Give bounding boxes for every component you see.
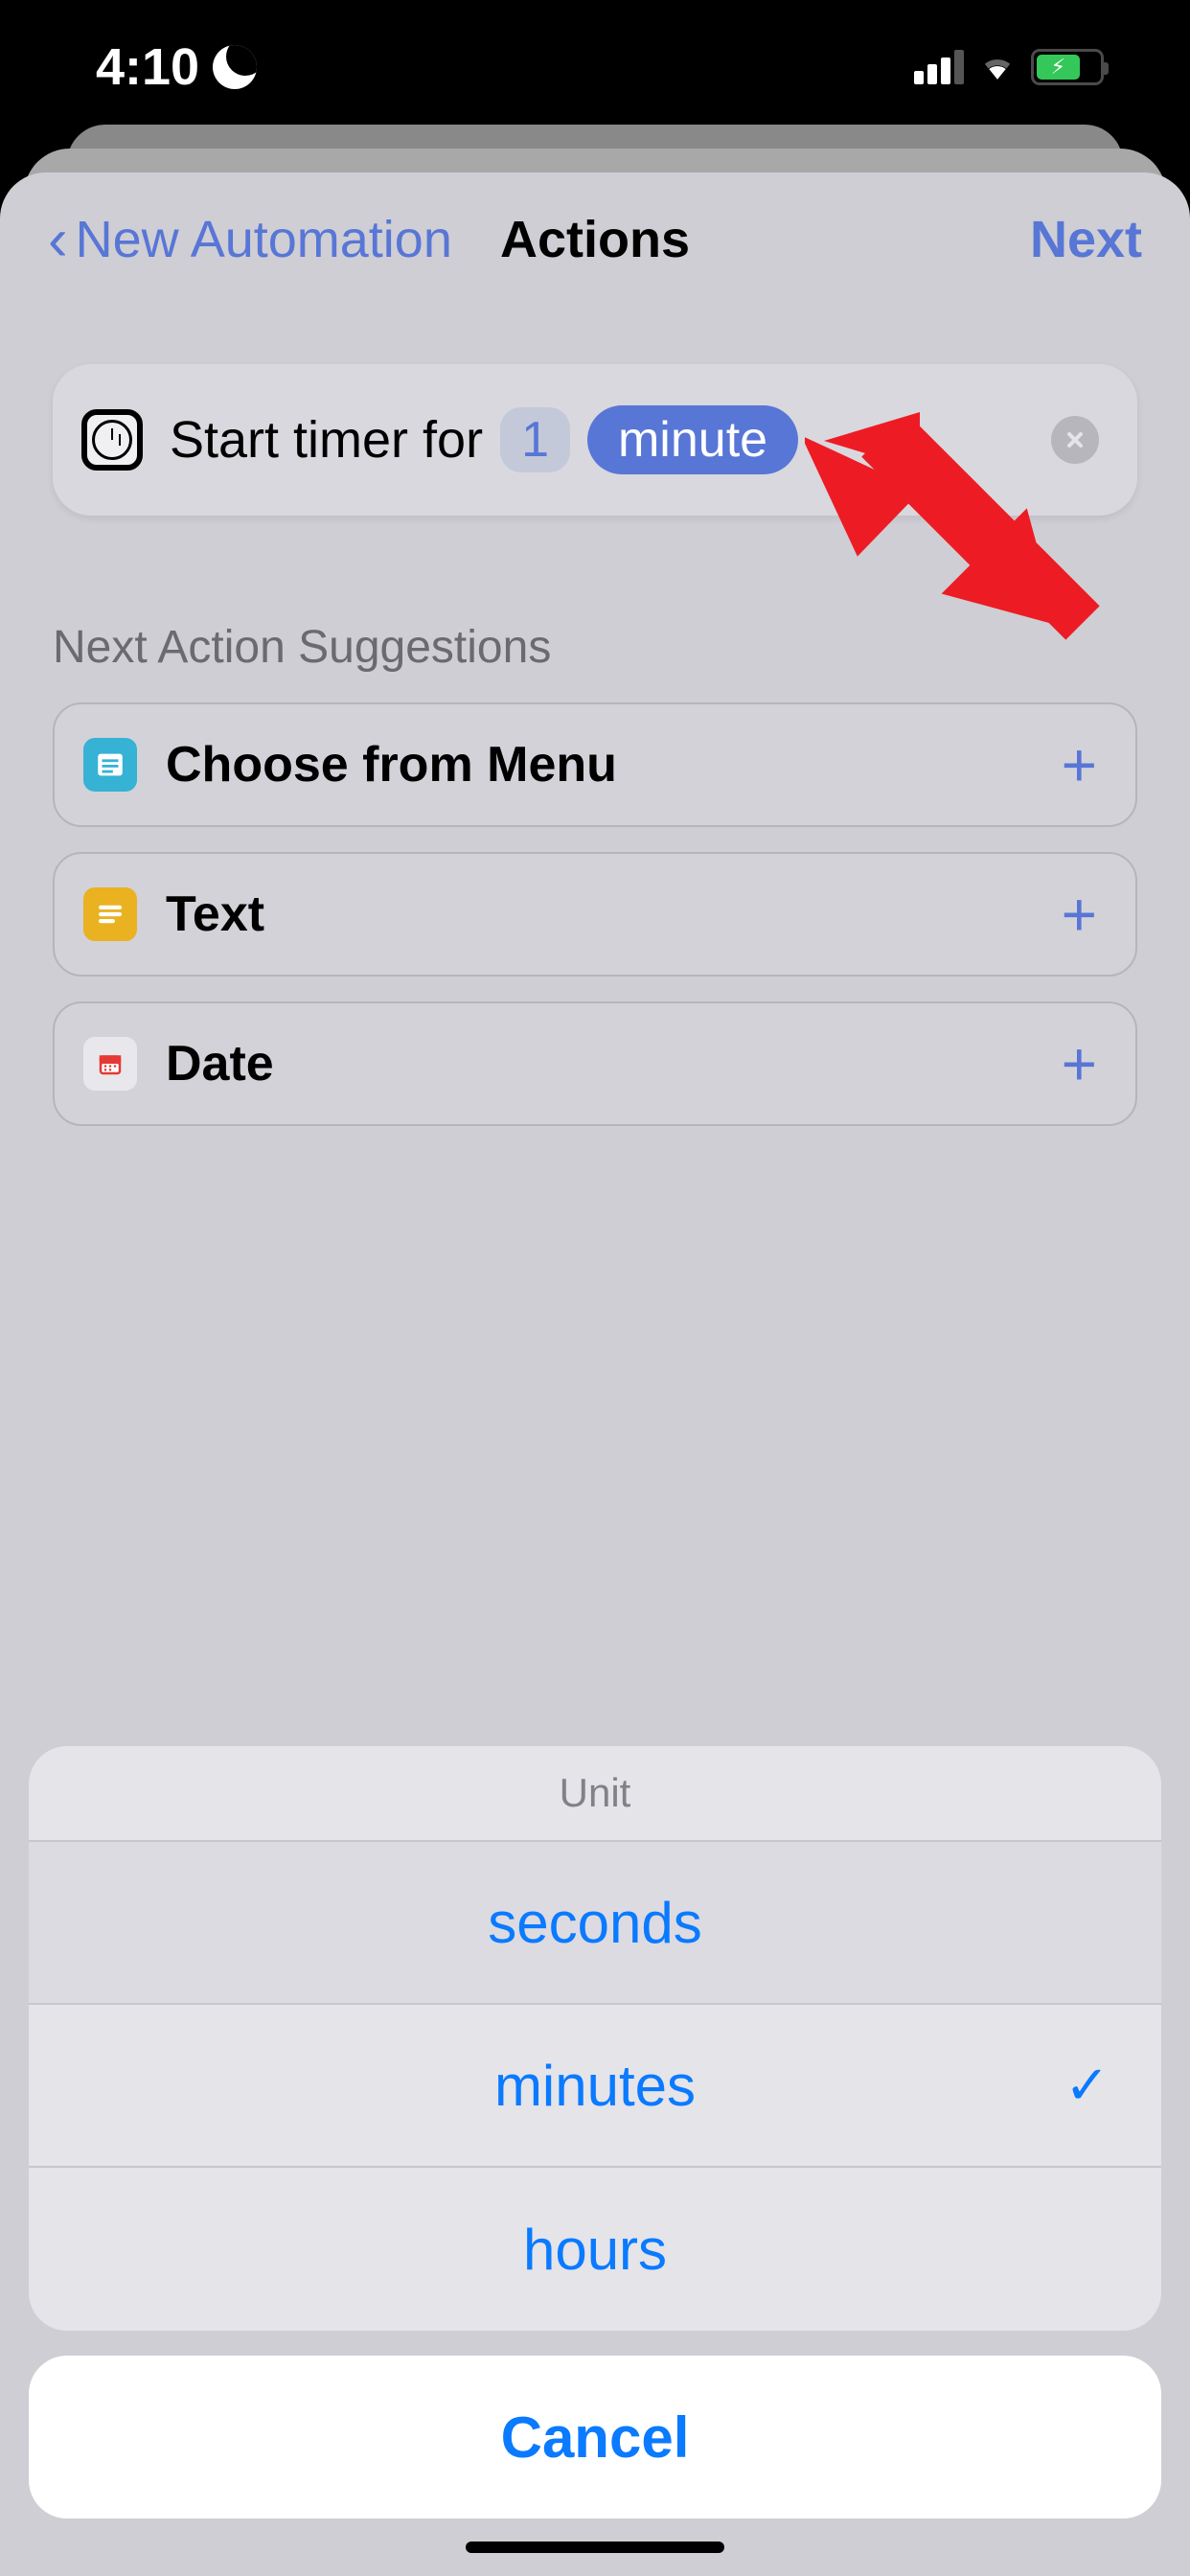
sheet-option-seconds[interactable]: seconds: [29, 1842, 1161, 2005]
status-time: 4:10: [96, 37, 199, 97]
back-button[interactable]: ‹ New Automation: [48, 206, 452, 274]
suggestion-label: Text: [166, 886, 1033, 943]
cellular-signal-icon: [914, 50, 964, 84]
next-button[interactable]: Next: [1030, 210, 1142, 269]
option-label: minutes: [494, 2053, 696, 2119]
charging-bolt-icon: ⚡︎: [1051, 55, 1065, 80]
option-label: hours: [523, 2217, 667, 2283]
status-right-group: ⚡︎: [914, 45, 1104, 90]
dnd-moon-icon: [213, 45, 257, 89]
suggestion-list: Choose from Menu + Text + Date +: [53, 702, 1137, 1126]
sheet-options-group: Unit seconds minutes ✓ hours: [29, 1746, 1161, 2331]
add-button[interactable]: +: [1062, 729, 1097, 800]
sheet-title: Unit: [29, 1746, 1161, 1842]
back-label: New Automation: [76, 210, 452, 269]
duration-unit-param[interactable]: minute: [587, 405, 798, 474]
checkmark-icon: ✓: [1064, 2054, 1110, 2117]
option-label: seconds: [488, 1890, 701, 1956]
suggestion-label: Date: [166, 1035, 1033, 1092]
sheet-option-minutes[interactable]: minutes ✓: [29, 2005, 1161, 2168]
sheet-option-hours[interactable]: hours: [29, 2168, 1161, 2331]
action-prefix: Start timer for: [170, 410, 483, 470]
suggestions-header: Next Action Suggestions: [53, 621, 1137, 674]
suggestion-text[interactable]: Text +: [53, 852, 1137, 977]
action-description: Start timer for 1 minute: [170, 405, 1024, 474]
home-indicator[interactable]: [466, 2542, 724, 2553]
duration-number-param[interactable]: 1: [500, 407, 570, 472]
text-icon: [83, 887, 137, 941]
wifi-icon: [977, 45, 1018, 90]
timer-action-card: Start timer for 1 minute: [53, 364, 1137, 516]
suggestion-choose-from-menu[interactable]: Choose from Menu +: [53, 702, 1137, 827]
nav-header: ‹ New Automation Actions Next: [0, 172, 1190, 307]
unit-action-sheet: Unit seconds minutes ✓ hours Cancel: [29, 1746, 1161, 2518]
add-button[interactable]: +: [1062, 879, 1097, 950]
clock-icon: [81, 409, 143, 471]
suggestion-label: Choose from Menu: [166, 736, 1033, 794]
menu-icon: [83, 738, 137, 792]
page-title: Actions: [500, 210, 690, 269]
battery-icon: ⚡︎: [1031, 49, 1104, 85]
add-button[interactable]: +: [1062, 1028, 1097, 1099]
cancel-button[interactable]: Cancel: [29, 2356, 1161, 2518]
status-time-group: 4:10: [96, 37, 257, 97]
status-bar: 4:10 ⚡︎: [0, 0, 1190, 134]
clear-action-button[interactable]: [1051, 416, 1099, 464]
suggestion-date[interactable]: Date +: [53, 1001, 1137, 1126]
chevron-left-icon: ‹: [48, 206, 68, 274]
date-icon: [83, 1037, 137, 1091]
